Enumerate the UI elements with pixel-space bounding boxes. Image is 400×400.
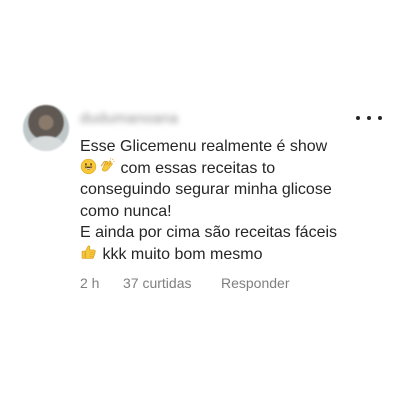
more-dot [367, 116, 371, 120]
username-blurred[interactable]: dudumanoana [80, 111, 188, 126]
more-dot [378, 116, 382, 120]
comment-line-6: kkk muito bom mesmo [80, 244, 380, 266]
more-options-icon[interactable] [356, 110, 382, 126]
reply-button[interactable]: Responder [221, 275, 301, 291]
comment-card: dudumanoana Esse Glicemenu realmente é s… [0, 0, 400, 400]
avatar-shirt-shape [29, 136, 63, 151]
likes-count-link[interactable]: 37 curtidas [123, 275, 201, 291]
grinning-face-icon [80, 158, 97, 175]
user-avatar[interactable] [23, 105, 69, 151]
comment-line-2: com essas receitas to [80, 157, 380, 180]
comment-text: Esse Glicemenu realmente é show com essa… [80, 136, 380, 265]
comment-line-6-text: kkk muito bom mesmo [98, 245, 263, 263]
comment-line-4: como nunca! [80, 202, 172, 220]
comment-meta: 2 h 37 curtidas Responder [80, 274, 330, 292]
clapping-hands-icon [98, 157, 115, 175]
comment-time: 2 h [80, 275, 100, 291]
thumbs-up-icon [80, 244, 97, 261]
more-dot [356, 116, 360, 120]
comment-line-2-text: com essas receitas to [116, 159, 276, 177]
comment-line-5: E ainda por cima são receitas fáceis [80, 224, 338, 241]
comment-line-1: Esse Glicemenu realmente é show [80, 138, 328, 155]
comment-line-3: conseguindo segurar minha glicose [80, 181, 332, 198]
